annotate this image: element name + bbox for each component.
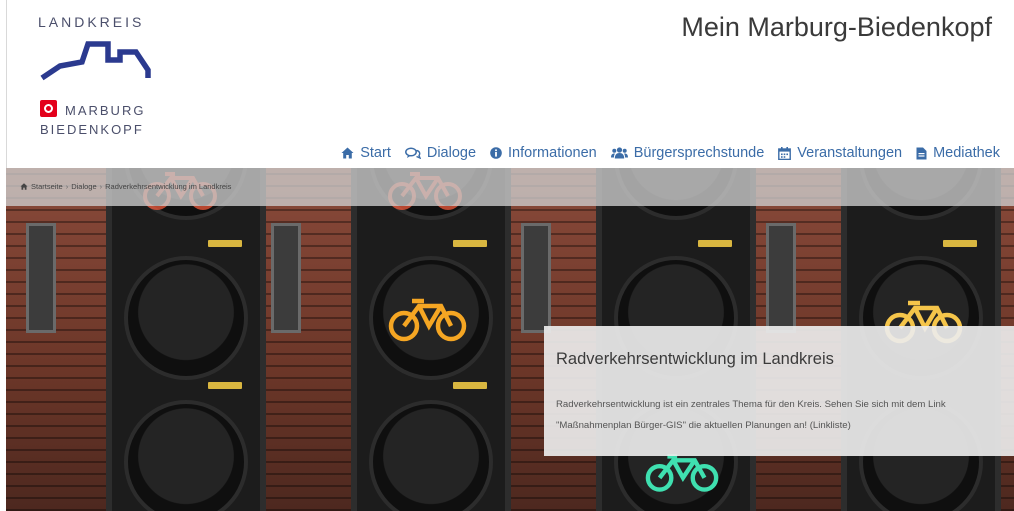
- logo-text-biedenkopf: BIEDENKOPF: [40, 122, 144, 137]
- logo-hills-mark: [40, 41, 151, 81]
- nav-item-label: Dialoge: [426, 145, 477, 161]
- info-circle-icon: [490, 147, 502, 159]
- page: LANDKREIS MARBURG BIEDENKOPF Mein Marbur…: [0, 0, 1014, 511]
- amber-bicycle-signal-icon: [388, 298, 467, 342]
- brick-wall: [256, 168, 356, 511]
- dialog-description: Radverkehrsentwicklung ist ein zentrales…: [556, 399, 946, 431]
- comments-icon: [404, 147, 421, 159]
- housing-label: [208, 382, 242, 389]
- site-title: Mein Marburg-Biedenkopf: [681, 12, 992, 42]
- landkreis-logo[interactable]: LANDKREIS MARBURG BIEDENKOPF: [38, 14, 168, 144]
- dialog-title: Radverkehrsentwicklung im Landkreis: [556, 350, 834, 368]
- breadcrumb-separator: ›: [65, 182, 69, 191]
- nav-item-dialoge[interactable]: Dialoge: [404, 145, 477, 161]
- breadcrumb-current-page: Radverkehrsentwicklung im Landkreis: [105, 182, 232, 191]
- breadcrumb-separator: ›: [99, 182, 103, 191]
- signal-lamp: [124, 400, 248, 511]
- breadcrumb-link-startseite[interactable]: Startseite: [31, 182, 63, 191]
- calendar-icon: [778, 146, 792, 160]
- building-window: [521, 223, 551, 333]
- housing-label: [453, 240, 487, 247]
- logo-text-landkreis: LANDKREIS: [38, 14, 145, 30]
- main-navigation: Start Dialoge Informationen Bürgersprech…: [341, 145, 1000, 161]
- home-icon: [341, 147, 354, 159]
- signal-lamp: [124, 256, 248, 380]
- building-window: [26, 223, 56, 333]
- breadcrumb-link-dialoge[interactable]: Dialoge: [71, 182, 96, 191]
- nav-item-label: Veranstaltungen: [797, 145, 903, 161]
- nav-item-veranstaltungen[interactable]: Veranstaltungen: [778, 145, 902, 161]
- nav-item-label: Bürgersprechstunde: [633, 145, 765, 161]
- housing-label: [453, 382, 487, 389]
- logo-text-marburg: MARBURG: [65, 103, 146, 118]
- housing-label: [208, 240, 242, 247]
- building-window: [766, 223, 796, 333]
- breadcrumb: Startseite › Dialoge › Radverkehrsentwic…: [20, 182, 231, 191]
- logo-red-emblem-icon: [40, 100, 57, 117]
- nav-item-buergersprechstunde[interactable]: Bürgersprechstunde: [610, 145, 765, 161]
- brick-wall: [6, 168, 106, 511]
- file-icon: [916, 147, 927, 159]
- traffic-light: [106, 168, 266, 511]
- dialog-info-box: Radverkehrsentwicklung im Landkreis Radv…: [544, 326, 1014, 456]
- green-bicycle-signal-icon: [645, 454, 719, 492]
- nav-item-mediathek[interactable]: Mediathek: [916, 145, 1000, 161]
- nav-item-start[interactable]: Start: [341, 145, 391, 161]
- housing-label: [943, 240, 977, 247]
- users-icon: [610, 147, 628, 159]
- signal-lamp: [369, 400, 493, 511]
- housing-label: [698, 240, 732, 247]
- nav-item-label: Mediathek: [933, 145, 1000, 161]
- building-window: [271, 223, 301, 333]
- nav-item-label: Informationen: [508, 145, 597, 161]
- home-icon[interactable]: [20, 183, 28, 190]
- breadcrumb-bar: Startseite › Dialoge › Radverkehrsentwic…: [6, 168, 1014, 206]
- nav-item-informationen[interactable]: Informationen: [490, 145, 597, 161]
- nav-item-label: Start: [360, 145, 391, 161]
